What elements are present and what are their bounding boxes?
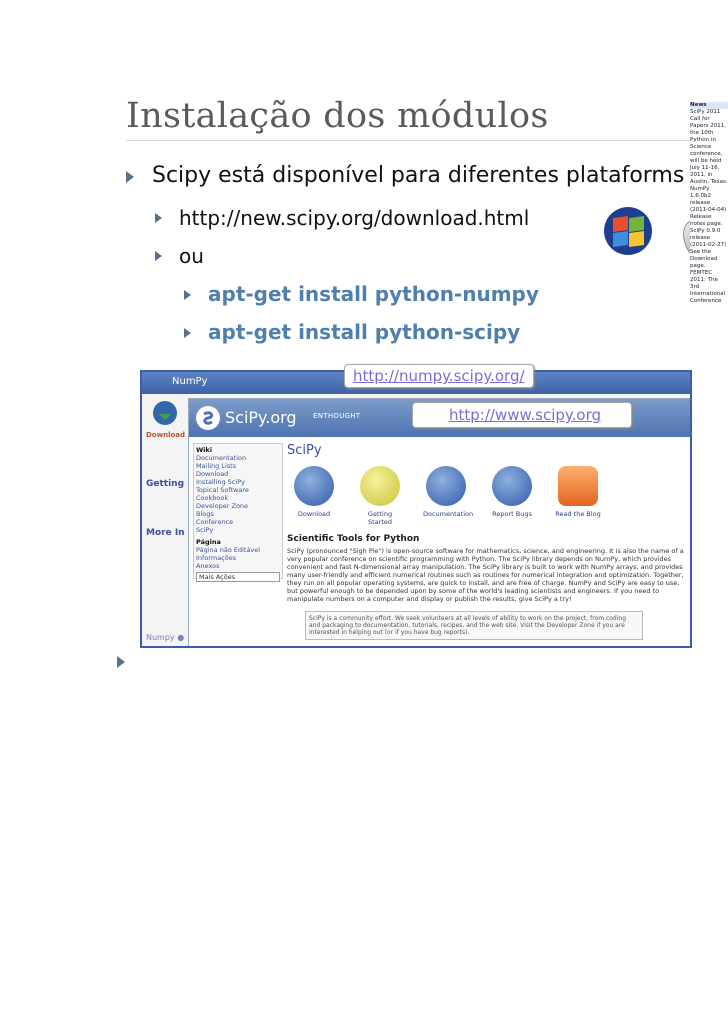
wiki-item[interactable]: Installing SciPy — [196, 478, 280, 486]
more-actions-select[interactable]: Mais Ações — [196, 572, 280, 582]
numpy-getting-heading: Getting — [146, 479, 185, 489]
page-heading: Página — [196, 538, 221, 546]
news-heading: News — [690, 102, 728, 109]
page-item[interactable]: Informações — [196, 554, 280, 562]
read-blog-tile-label: Read the Blog — [555, 510, 601, 518]
bullet-main-text: Scipy está disponível para diferentes pl… — [152, 163, 685, 188]
wiki-item[interactable]: SciPy — [196, 526, 280, 534]
rss-icon — [558, 466, 598, 506]
page-item[interactable]: Página não Editável — [196, 546, 280, 554]
numpy-footer: Numpy ● — [146, 633, 185, 642]
news-text: SciPy 2011 Call for Papers 2011, the 10t… — [690, 109, 728, 302]
scipy-wiki-sidebar: Wiki Documentation Mailing Lists Downloa… — [193, 443, 283, 582]
arrow-bullet-icon — [126, 171, 134, 183]
numpy-header-label: NumPy — [172, 376, 208, 387]
wiki-item[interactable]: Documentation — [196, 454, 280, 462]
report-bugs-tile[interactable]: Report Bugs — [489, 466, 535, 526]
command-scipy: apt-get install python-scipy — [208, 320, 521, 344]
scipy-subheading: Scientific Tools for Python — [287, 534, 420, 544]
arrow-bullet-icon — [117, 656, 125, 668]
download-icon — [294, 466, 334, 506]
scipy-community-note: SciPy is a community effort. We seek vol… — [305, 611, 643, 640]
report-bugs-tile-label: Report Bugs — [492, 510, 532, 518]
numpy-url-callout[interactable]: http://numpy.scipy.org/ — [344, 364, 534, 388]
title-divider — [126, 140, 728, 141]
wiki-heading: Wiki — [196, 446, 212, 454]
arrow-bullet-icon — [155, 213, 162, 223]
command-numpy: apt-get install python-numpy — [208, 282, 539, 306]
scipy-page: SciPy.org ENTHOUGHT Wiki Documentation M… — [188, 398, 690, 646]
scipy-logo-icon — [196, 406, 220, 430]
wiki-item[interactable]: Blogs — [196, 510, 280, 518]
wiki-item[interactable]: Developer Zone — [196, 502, 280, 510]
getting-started-tile-label: Getting Started — [367, 510, 393, 526]
documentation-tile[interactable]: Documentation — [423, 466, 473, 526]
wiki-item[interactable]: Cookbook — [196, 494, 280, 502]
bullet-url-text: http://new.scipy.org/download.html — [179, 206, 530, 230]
scipy-url-callout[interactable]: http://www.scipy.org — [412, 402, 633, 428]
bullet-or-text: ou — [179, 244, 204, 268]
enthought-logo[interactable]: ENTHOUGHT — [313, 412, 361, 420]
download-tile-label: Download — [297, 510, 331, 518]
getting-started-tile[interactable]: Getting Started — [357, 466, 403, 526]
bug-icon — [492, 466, 532, 506]
read-blog-tile[interactable]: Read the Blog — [555, 466, 601, 526]
arrow-bullet-icon — [155, 251, 162, 261]
scipy-icon-row: Download Getting Started Documentation R… — [291, 466, 689, 526]
getting-started-icon — [360, 466, 400, 506]
wiki-item[interactable]: Mailing Lists — [196, 462, 280, 470]
wiki-item[interactable]: Conference — [196, 518, 280, 526]
windows-logo-icon — [604, 207, 652, 255]
numpy-sidebar: Download Getting More In — [146, 400, 192, 630]
numpy-download-link[interactable]: Download — [146, 431, 192, 440]
arrow-bullet-icon — [184, 328, 191, 338]
arrow-bullet-icon — [184, 290, 191, 300]
page-item[interactable]: Anexos — [196, 562, 280, 570]
documentation-icon — [426, 466, 466, 506]
numpy-more-heading: More In — [146, 528, 185, 538]
wiki-item[interactable]: Download — [196, 470, 280, 478]
slide-title: Instalação dos módulos — [126, 96, 549, 136]
news-sidebar: News SciPy 2011 Call for Papers 2011, th… — [690, 102, 728, 302]
wiki-item[interactable]: Topical Software — [196, 486, 280, 494]
scipy-main-content: SciPy Download Getting Started Documenta… — [287, 443, 689, 640]
download-tile[interactable]: Download — [291, 466, 337, 526]
scipy-page-heading: SciPy — [287, 443, 322, 458]
scipy-description: SciPy (pronounced "Sigh Pie") is open-so… — [287, 547, 684, 603]
documentation-tile-label: Documentation — [423, 510, 474, 518]
scipy-brand[interactable]: SciPy.org — [225, 408, 297, 427]
numpy-logo-icon — [153, 401, 177, 425]
